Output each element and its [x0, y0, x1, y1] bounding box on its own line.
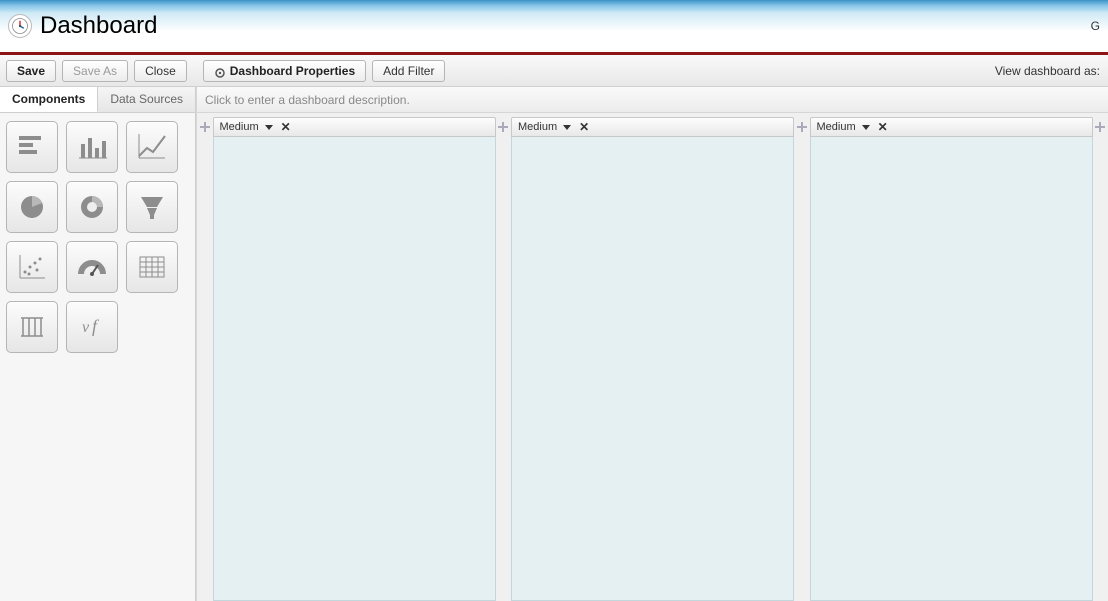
dashboard-canvas: Click to enter a dashboard description. …	[196, 87, 1108, 601]
properties-icon	[214, 65, 226, 77]
add-filter-button[interactable]: Add Filter	[372, 60, 445, 82]
chevron-down-icon	[563, 125, 571, 130]
plus-icon	[497, 121, 509, 133]
svg-text:v: v	[82, 319, 90, 336]
header-right-fragment: G	[1091, 19, 1100, 33]
column-1-header: Medium ✕	[213, 117, 496, 137]
sidebar: Components Data Sources	[0, 87, 196, 601]
add-column-left[interactable]	[197, 117, 213, 601]
page-title: Dashboard	[40, 12, 157, 40]
chevron-down-icon	[265, 125, 273, 130]
scatter-chart-icon[interactable]	[6, 241, 58, 293]
sidebar-tabs: Components Data Sources	[0, 87, 195, 113]
save-button[interactable]: Save	[6, 60, 56, 82]
visualforce-component-icon[interactable]: v f	[66, 301, 118, 353]
column-2-remove-button[interactable]: ✕	[579, 121, 589, 133]
toolbar: Save Save As Close Dashboard Properties …	[0, 55, 1108, 87]
funnel-chart-icon[interactable]	[126, 181, 178, 233]
gauge-chart-icon[interactable]	[66, 241, 118, 293]
plus-icon	[796, 121, 808, 133]
metric-component-icon[interactable]	[6, 301, 58, 353]
add-column-1-2[interactable]	[496, 117, 512, 601]
view-dashboard-as-label: View dashboard as:	[995, 64, 1102, 78]
add-column-right[interactable]	[1093, 117, 1108, 601]
columns-container: Medium ✕ Medium ✕	[197, 113, 1108, 601]
table-component-icon[interactable]	[126, 241, 178, 293]
line-chart-icon[interactable]	[126, 121, 178, 173]
close-button[interactable]: Close	[134, 60, 187, 82]
column-3-header: Medium ✕	[810, 117, 1093, 137]
tab-data-sources[interactable]: Data Sources	[98, 87, 196, 112]
dashboard-properties-button[interactable]: Dashboard Properties	[203, 60, 366, 82]
column-3-size-dropdown[interactable]	[862, 121, 870, 133]
dashboard-description-input[interactable]: Click to enter a dashboard description.	[197, 87, 1108, 113]
tab-components[interactable]: Components	[0, 87, 98, 112]
svg-text:f: f	[92, 316, 100, 336]
pie-chart-icon[interactable]	[6, 181, 58, 233]
column-3-remove-button[interactable]: ✕	[878, 121, 888, 133]
column-3-dropzone[interactable]	[810, 137, 1093, 601]
column-2-size-label: Medium	[518, 121, 557, 133]
plus-icon	[1094, 121, 1106, 133]
horizontal-bar-chart-icon[interactable]	[6, 121, 58, 173]
column-1-size-dropdown[interactable]	[265, 121, 273, 133]
plus-icon	[199, 121, 211, 133]
column-3-size-label: Medium	[817, 121, 856, 133]
column-1: Medium ✕	[213, 117, 496, 601]
column-1-size-label: Medium	[220, 121, 259, 133]
vertical-bar-chart-icon[interactable]	[66, 121, 118, 173]
component-palette: v f	[0, 113, 195, 361]
save-as-button[interactable]: Save As	[62, 60, 128, 82]
page-header: Dashboard G	[0, 0, 1108, 52]
column-2: Medium ✕	[511, 117, 794, 601]
dashboard-logo-icon	[8, 14, 32, 38]
column-2-header: Medium ✕	[511, 117, 794, 137]
dashboard-properties-label: Dashboard Properties	[230, 61, 355, 81]
column-3: Medium ✕	[810, 117, 1093, 601]
add-column-2-3[interactable]	[794, 117, 810, 601]
column-2-dropzone[interactable]	[511, 137, 794, 601]
donut-chart-icon[interactable]	[66, 181, 118, 233]
chevron-down-icon	[862, 125, 870, 130]
column-1-dropzone[interactable]	[213, 137, 496, 601]
column-1-remove-button[interactable]: ✕	[281, 121, 291, 133]
column-2-size-dropdown[interactable]	[563, 121, 571, 133]
